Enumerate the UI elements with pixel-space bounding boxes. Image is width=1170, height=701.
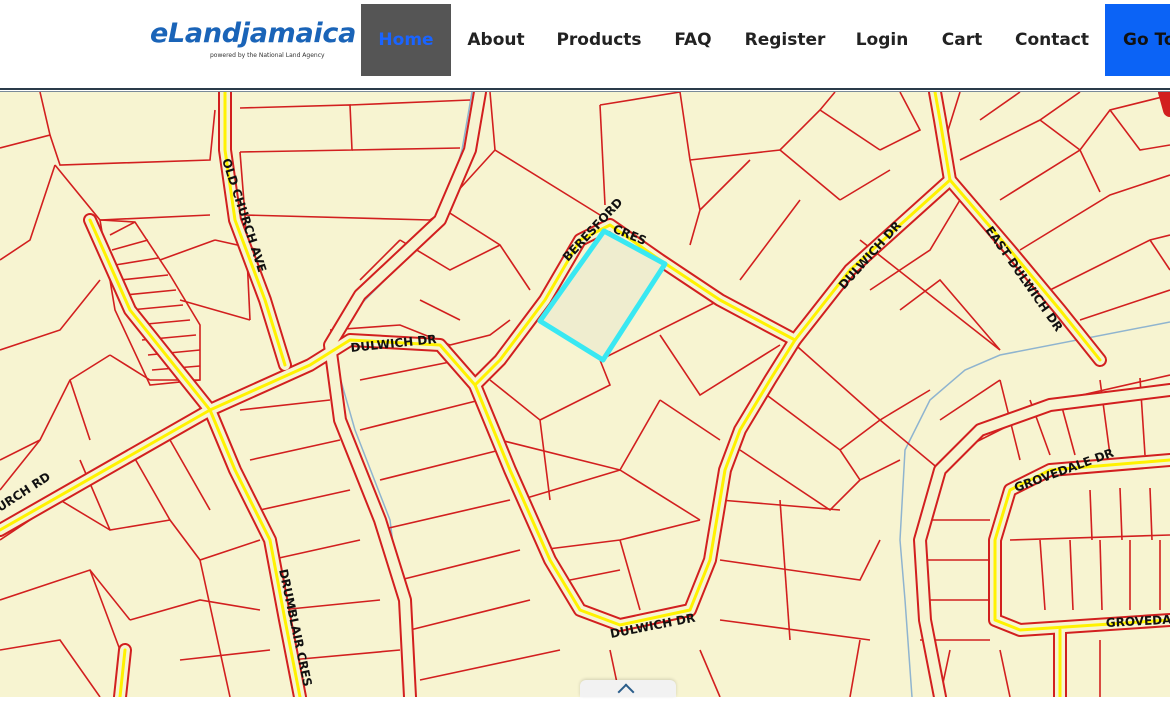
nav-register[interactable]: Register <box>740 4 830 76</box>
nav-about[interactable]: About <box>460 4 532 76</box>
scroll-to-top-button[interactable] <box>580 680 676 701</box>
nav-products[interactable]: Products <box>549 4 649 76</box>
site-header: eLandjamaica powered by the National Lan… <box>0 0 1170 88</box>
nav-home[interactable]: Home <box>361 4 451 76</box>
nav-contact[interactable]: Contact <box>1010 4 1094 76</box>
logo-tagline: powered by the National Land Agency <box>210 52 325 59</box>
site-logo[interactable]: eLandjamaica powered by the National Lan… <box>150 14 356 64</box>
label-east-dulwich-dr: EAST DULWICH DR <box>983 224 1066 334</box>
label-dulwich-dr-north: DULWICH DR <box>836 218 904 292</box>
nav-login[interactable]: Login <box>850 4 914 76</box>
parcel-map[interactable]: OLD CHURCH AVE BERESFORD CRES DULWICH DR… <box>0 92 1170 697</box>
nav-cart[interactable]: Cart <box>934 4 990 76</box>
chevron-up-icon <box>617 683 635 701</box>
nav-goto-button[interactable]: Go To <box>1105 4 1170 76</box>
nav-faq[interactable]: FAQ <box>664 4 722 76</box>
header-divider <box>0 88 1170 90</box>
parcel-map-canvas[interactable]: OLD CHURCH AVE BERESFORD CRES DULWICH DR… <box>0 92 1170 697</box>
logo-brand: eLandjamaica <box>150 18 356 49</box>
